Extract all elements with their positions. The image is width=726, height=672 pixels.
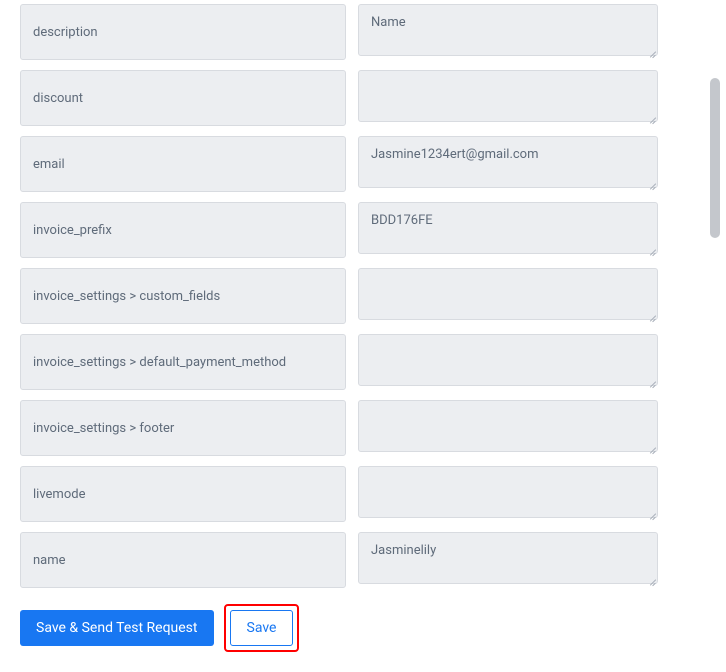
field-value-wrap [358, 4, 658, 60]
field-label[interactable]: livemode [20, 466, 346, 522]
field-value-wrap [358, 136, 658, 192]
form-content: description discount email invoice_prefi… [0, 0, 678, 672]
field-row-custom-fields: invoice_settings > custom_fields [20, 268, 658, 324]
field-value-name[interactable] [358, 532, 658, 584]
field-value-email[interactable] [358, 136, 658, 188]
highlight-annotation: Save [224, 604, 300, 652]
field-label[interactable]: email [20, 136, 346, 192]
field-label[interactable]: invoice_prefix [20, 202, 346, 258]
save-button[interactable]: Save [230, 610, 294, 646]
field-row-invoice-prefix: invoice_prefix [20, 202, 658, 258]
field-value-description[interactable] [358, 4, 658, 56]
field-value-wrap [358, 70, 658, 126]
field-label[interactable]: discount [20, 70, 346, 126]
field-label[interactable]: description [20, 4, 346, 60]
field-value-wrap [358, 202, 658, 258]
field-label[interactable]: name [20, 532, 346, 588]
button-row: Save & Send Test Request Save [20, 604, 658, 652]
field-row-livemode: livemode [20, 466, 658, 522]
field-value-wrap [358, 334, 658, 390]
field-label[interactable]: invoice_settings > footer [20, 400, 346, 456]
field-row-footer: invoice_settings > footer [20, 400, 658, 456]
field-value-discount[interactable] [358, 70, 658, 122]
field-value-wrap [358, 532, 658, 588]
field-row-discount: discount [20, 70, 658, 126]
field-row-description: description [20, 4, 658, 60]
save-send-test-request-button[interactable]: Save & Send Test Request [20, 610, 214, 646]
field-value-default-payment-method[interactable] [358, 334, 658, 386]
field-value-wrap [358, 400, 658, 456]
field-value-footer[interactable] [358, 400, 658, 452]
field-value-livemode[interactable] [358, 466, 658, 518]
field-value-invoice-prefix[interactable] [358, 202, 658, 254]
field-label[interactable]: invoice_settings > default_payment_metho… [20, 334, 346, 390]
field-row-default-payment-method: invoice_settings > default_payment_metho… [20, 334, 658, 390]
field-row-name: name [20, 532, 658, 588]
scrollbar-track[interactable] [708, 0, 722, 500]
scrollbar-thumb[interactable] [710, 78, 720, 238]
field-value-wrap [358, 466, 658, 522]
field-value-wrap [358, 268, 658, 324]
field-label[interactable]: invoice_settings > custom_fields [20, 268, 346, 324]
field-row-email: email [20, 136, 658, 192]
field-value-custom-fields[interactable] [358, 268, 658, 320]
